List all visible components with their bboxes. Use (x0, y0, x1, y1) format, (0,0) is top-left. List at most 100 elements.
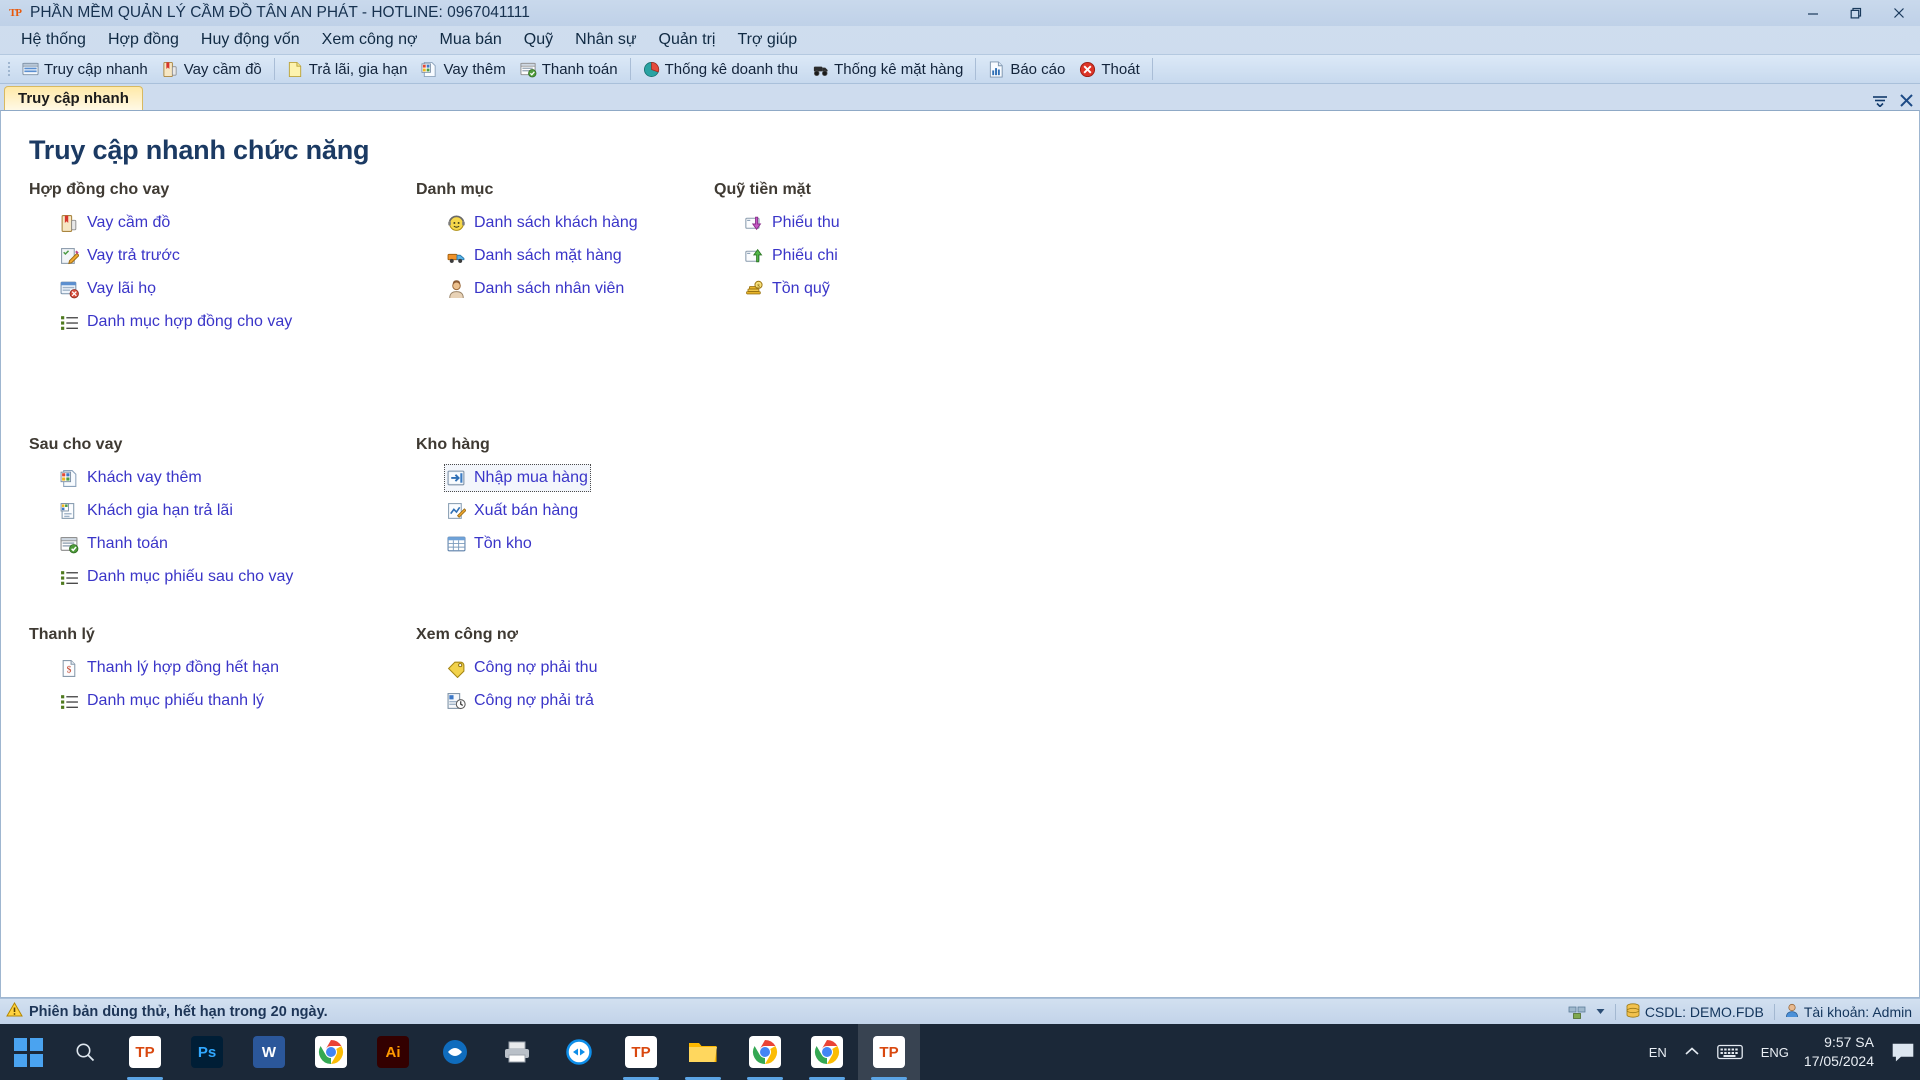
quick-link[interactable]: Xuất bán hàng (444, 497, 581, 525)
input-indicator[interactable]: EN (1640, 1024, 1676, 1080)
quick-link[interactable]: $ Tồn quỹ (742, 275, 833, 303)
taskbar-app-illustrator[interactable]: Ai (362, 1024, 424, 1080)
quick-link[interactable]: Công nợ phải trả (444, 687, 597, 715)
toolbar-button-payment[interactable]: Thanh toán (513, 58, 625, 81)
show-hidden-icons-button[interactable] (1676, 1024, 1708, 1080)
menu-item-4[interactable]: Xem công nợ (311, 28, 429, 52)
tab-truy-cap-nhanh[interactable]: Truy cập nhanh (4, 86, 143, 110)
toolbar-button-goods-stats[interactable]: Thống kê mặt hàng (805, 58, 970, 81)
maximize-button[interactable] (1834, 0, 1877, 26)
quick-link[interactable]: $ Thanh lý hợp đồng hết hạn (57, 654, 282, 682)
menu-item-3[interactable]: Huy động vốn (190, 28, 311, 52)
taskbar-app-tan-an-phat-2[interactable]: TP (610, 1024, 672, 1080)
quick-link[interactable]: Danh mục hợp đồng cho vay (57, 308, 295, 336)
user-icon (1785, 1003, 1799, 1021)
taskbar-app-teamviewer[interactable] (548, 1024, 610, 1080)
touch-keyboard-button[interactable] (1708, 1024, 1752, 1080)
title-bar: TP PHẦN MỀM QUẢN LÝ CẦM ĐỒ TÂN AN PHÁT -… (0, 0, 1920, 26)
taskbar-app-photoshop[interactable]: Ps (176, 1024, 238, 1080)
taskbar-app-word[interactable]: W (238, 1024, 300, 1080)
menu-item-2[interactable]: Hợp đồng (97, 28, 190, 52)
status-dropdown-icon[interactable] (1596, 1008, 1605, 1015)
menu-item-5[interactable]: Mua bán (429, 28, 513, 52)
windows-logo-icon (13, 1037, 43, 1067)
toolbar-button-quick-access[interactable]: Truy cập nhanh (15, 58, 155, 81)
toolbar-button-extra-loan[interactable]: Vay thêm (414, 58, 512, 81)
tab-label: Truy cập nhanh (18, 90, 129, 107)
group-2: Kho hàng Nhập mua hàng Xuất bán hàng Tồn kh… (416, 436, 591, 563)
close-button[interactable] (1877, 0, 1920, 26)
close-tab-icon[interactable] (1899, 93, 1914, 108)
quick-link[interactable]: Phiếu thu (742, 209, 843, 237)
menu-item-6[interactable]: Quỹ (513, 28, 564, 52)
taskbar-apps: TP Ps W Ai TP TP (114, 1024, 920, 1080)
toolbar-button-label: Vay cầm đồ (183, 60, 262, 78)
toolbar-button-label: Thanh toán (541, 60, 618, 78)
receivable-icon (447, 659, 466, 678)
taskbar-app-file-explorer[interactable] (672, 1024, 734, 1080)
quick-link[interactable]: Công nợ phải thu (444, 654, 600, 682)
toolbar-button-label: Thoát (1101, 60, 1140, 78)
start-button[interactable] (0, 1024, 56, 1080)
toolbar-button-pawn-loan[interactable]: Vay cầm đồ (155, 58, 269, 81)
menu-item-9[interactable]: Trợ giúp (726, 28, 808, 52)
quick-link[interactable]: Thanh toán (57, 530, 171, 558)
taskbar-app-chrome-2[interactable] (734, 1024, 796, 1080)
taskbar-app-chrome-3[interactable] (796, 1024, 858, 1080)
revenue-chart-icon (643, 61, 660, 78)
chrome-3-icon (811, 1036, 843, 1068)
notification-icon (1892, 1043, 1914, 1062)
language-indicator[interactable]: ENG (1752, 1024, 1798, 1080)
toolbar-separator (273, 58, 275, 80)
taskbar-app-tan-an-phat-1[interactable]: TP (114, 1024, 176, 1080)
taskbar-app-tan-an-phat-3[interactable]: TP (858, 1024, 920, 1080)
trial-warning: Phiên bản dùng thử, hết hạn trong 20 ngà… (6, 1001, 328, 1021)
taskbar-search-button[interactable] (56, 1024, 114, 1080)
quick-link[interactable]: Vay lãi họ (57, 275, 159, 303)
prepaid-loan-icon (60, 247, 80, 266)
teamviewer-icon (563, 1036, 595, 1068)
group-1: Danh mục Danh sách khách hàng Danh sách mặ… (416, 181, 641, 308)
notification-center-button[interactable] (1886, 1042, 1920, 1062)
quick-link[interactable]: Vay trả trước (57, 242, 183, 270)
inventory-icon (447, 535, 466, 554)
extra-loan-icon (60, 469, 79, 488)
taskbar-app-printer-app[interactable] (486, 1024, 548, 1080)
quick-link[interactable]: Danh mục phiếu thanh lý (57, 687, 267, 715)
minimize-button[interactable] (1791, 0, 1834, 26)
quick-link[interactable]: Khách vay thêm (57, 464, 205, 492)
window-title: PHẦN MỀM QUẢN LÝ CẦM ĐỒ TÂN AN PHÁT - HO… (30, 4, 530, 21)
export-goods-icon (447, 502, 467, 521)
exit-icon (1079, 61, 1096, 78)
page-title: Truy cập nhanh chức năng (29, 135, 370, 165)
group-title: Xem công nợ (416, 626, 519, 643)
quick-link[interactable]: Danh sách mặt hàng (444, 242, 625, 270)
quick-link[interactable]: Vay cầm đồ (57, 209, 173, 237)
taskbar-app-chrome-1[interactable] (300, 1024, 362, 1080)
window-list-icon[interactable] (1872, 95, 1888, 107)
status-divider-1 (1614, 1003, 1616, 1020)
menu-item-8[interactable]: Quản trị (648, 28, 727, 52)
toolbar-grip[interactable] (4, 59, 13, 79)
toolbar-button-interest-payment[interactable]: Trả lãi, gia hạn (280, 58, 415, 81)
clock[interactable]: 9:57 SA 17/05/2024 (1798, 1033, 1886, 1071)
toolbar-button-exit[interactable]: Thoát (1072, 58, 1146, 81)
menu-item-7[interactable]: Nhân sự (564, 28, 647, 52)
group-title: Danh mục (416, 181, 494, 198)
quick-link[interactable]: Danh sách khách hàng (444, 209, 641, 237)
printer-app-icon (501, 1036, 533, 1068)
toolbar-button-revenue-chart[interactable]: Thống kê doanh thu (636, 58, 805, 81)
quick-link[interactable]: Phiếu chi (742, 242, 841, 270)
taskbar-app-blue-app[interactable] (424, 1024, 486, 1080)
window-controls (1791, 0, 1920, 26)
quick-link[interactable]: Danh sách nhân viên (444, 275, 627, 303)
quick-link[interactable]: Nhập mua hàng (444, 464, 591, 492)
quick-link[interactable]: Danh mục phiếu sau cho vay (57, 563, 296, 591)
menu-item-1[interactable]: Hệ thống (10, 28, 97, 52)
toolbar-button-report[interactable]: Báo cáo (981, 58, 1072, 81)
svg-text:$: $ (67, 664, 72, 675)
status-bar-right: CSDL: DEMO.FDB Tài khoản: Admin (1568, 1002, 1912, 1021)
quick-link[interactable]: Tồn kho (444, 530, 535, 558)
toolbar-button-label: Vay thêm (443, 60, 506, 78)
quick-link[interactable]: Khách gia hạn trả lãi (57, 497, 236, 525)
